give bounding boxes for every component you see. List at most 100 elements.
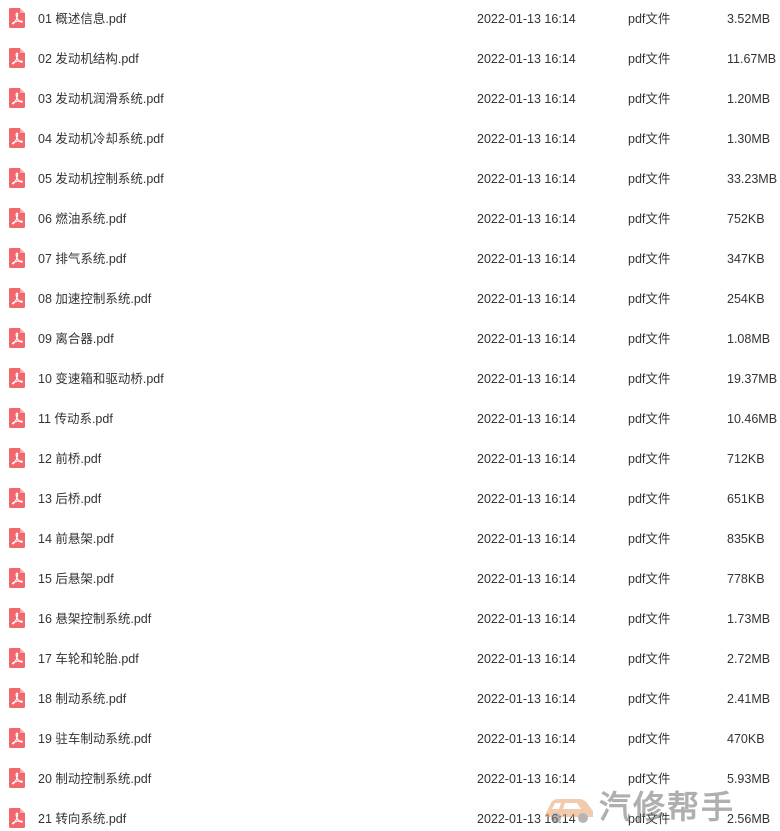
file-type: pdf文件: [628, 12, 671, 26]
file-name: 19 驻车制动系统.pdf: [38, 732, 152, 746]
file-row[interactable]: 13 后桥.pdf 2022-01-13 16:14 pdf文件 651KB: [0, 480, 780, 520]
file-row[interactable]: 09 离合器.pdf 2022-01-13 16:14 pdf文件 1.08MB: [0, 320, 780, 360]
file-row[interactable]: 12 前桥.pdf 2022-01-13 16:14 pdf文件 712KB: [0, 440, 780, 480]
file-date: 2022-01-13 16:14: [477, 692, 576, 706]
file-date: 2022-01-13 16:14: [477, 532, 576, 546]
file-date: 2022-01-13 16:14: [477, 132, 576, 146]
file-row[interactable]: 10 变速箱和驱动桥.pdf 2022-01-13 16:14 pdf文件 19.37…: [0, 360, 780, 400]
file-row[interactable]: 19 驻车制动系统.pdf 2022-01-13 16:14 pdf文件 470KB: [0, 720, 780, 760]
file-date: 2022-01-13 16:14: [477, 612, 576, 626]
file-date: 2022-01-13 16:14: [477, 372, 576, 386]
file-name: 20 制动控制系统.pdf: [38, 772, 152, 786]
file-date: 2022-01-13 16:14: [477, 332, 576, 346]
pdf-file-icon: [9, 448, 25, 468]
file-type: pdf文件: [628, 292, 671, 306]
file-name: 04 发动机冷却系统.pdf: [38, 132, 164, 146]
file-type: pdf文件: [628, 492, 671, 506]
pdf-file-icon: [9, 488, 25, 508]
file-size: 712KB: [727, 452, 765, 466]
file-type: pdf文件: [628, 412, 671, 426]
file-size: 1.30MB: [727, 132, 771, 146]
file-date: 2022-01-13 16:14: [477, 812, 576, 826]
file-type: pdf文件: [628, 132, 671, 146]
file-date: 2022-01-13 16:14: [477, 292, 576, 306]
file-row[interactable]: 16 悬架控制系统.pdf 2022-01-13 16:14 pdf文件 1.73MB: [0, 600, 780, 640]
file-size: 1.73MB: [727, 612, 771, 626]
file-size: 752KB: [727, 212, 765, 226]
file-row[interactable]: 14 前悬架.pdf 2022-01-13 16:14 pdf文件 835KB: [0, 520, 780, 560]
file-row[interactable]: 17 车轮和轮胎.pdf 2022-01-13 16:14 pdf文件 2.72MB: [0, 640, 780, 680]
pdf-file-icon: [9, 128, 25, 148]
file-name: 05 发动机控制系统.pdf: [38, 172, 164, 186]
file-date: 2022-01-13 16:14: [477, 652, 576, 666]
file-name: 03 发动机润滑系统.pdf: [38, 92, 164, 106]
file-size: 1.08MB: [727, 332, 771, 346]
pdf-file-icon: [9, 408, 25, 428]
file-size: 5.93MB: [727, 772, 771, 786]
file-type: pdf文件: [628, 252, 671, 266]
file-name: 12 前桥.pdf: [38, 452, 102, 466]
file-size: 347KB: [727, 252, 765, 266]
file-name: 09 离合器.pdf: [38, 332, 114, 346]
pdf-file-icon: [9, 8, 25, 28]
file-type: pdf文件: [628, 572, 671, 586]
file-type: pdf文件: [628, 452, 671, 466]
pdf-file-icon: [9, 608, 25, 628]
pdf-file-icon: [9, 768, 25, 788]
file-name: 02 发动机结构.pdf: [38, 52, 139, 66]
file-list: 01 概述信息.pdf 2022-01-13 16:14 pdf文件 3.52MB 02…: [0, 0, 780, 831]
file-size: 651KB: [727, 492, 765, 506]
file-type: pdf文件: [628, 332, 671, 346]
file-size: 11.67MB: [727, 52, 777, 66]
file-type: pdf文件: [628, 52, 671, 66]
pdf-file-icon: [9, 808, 25, 828]
pdf-file-icon: [9, 48, 25, 68]
pdf-file-icon: [9, 728, 25, 748]
file-type: pdf文件: [628, 732, 671, 746]
file-name: 21 转向系统.pdf: [38, 812, 127, 826]
file-date: 2022-01-13 16:14: [477, 772, 576, 786]
pdf-file-icon: [9, 568, 25, 588]
file-size: 2.56MB: [727, 812, 771, 826]
file-type: pdf文件: [628, 372, 671, 386]
file-size: 254KB: [727, 292, 765, 306]
file-row[interactable]: 02 发动机结构.pdf 2022-01-13 16:14 pdf文件 11.67MB: [0, 40, 780, 80]
pdf-file-icon: [9, 208, 25, 228]
file-row[interactable]: 18 制动系统.pdf 2022-01-13 16:14 pdf文件 2.41MB: [0, 680, 780, 720]
pdf-file-icon: [9, 88, 25, 108]
file-row[interactable]: 05 发动机控制系统.pdf 2022-01-13 16:14 pdf文件 33.23…: [0, 160, 780, 200]
file-date: 2022-01-13 16:14: [477, 732, 576, 746]
file-row[interactable]: 04 发动机冷却系统.pdf 2022-01-13 16:14 pdf文件 1.30M…: [0, 120, 780, 160]
file-type: pdf文件: [628, 212, 671, 226]
file-row[interactable]: 01 概述信息.pdf 2022-01-13 16:14 pdf文件 3.52MB: [0, 0, 780, 40]
file-date: 2022-01-13 16:14: [477, 172, 576, 186]
file-size: 33.23MB: [727, 172, 778, 186]
file-row[interactable]: 07 排气系统.pdf 2022-01-13 16:14 pdf文件 347KB: [0, 240, 780, 280]
file-size: 2.41MB: [727, 692, 771, 706]
file-type: pdf文件: [628, 772, 671, 786]
file-type: pdf文件: [628, 812, 671, 826]
file-type: pdf文件: [628, 172, 671, 186]
file-row[interactable]: 15 后悬架.pdf 2022-01-13 16:14 pdf文件 778KB: [0, 560, 780, 600]
file-name: 13 后桥.pdf: [38, 492, 102, 506]
file-row[interactable]: 03 发动机润滑系统.pdf 2022-01-13 16:14 pdf文件 1.20M…: [0, 80, 780, 120]
file-row[interactable]: 20 制动控制系统.pdf 2022-01-13 16:14 pdf文件 5.93MB: [0, 760, 780, 800]
file-name: 14 前悬架.pdf: [38, 532, 114, 546]
file-name: 17 车轮和轮胎.pdf: [38, 652, 139, 666]
file-name: 08 加速控制系统.pdf: [38, 292, 152, 306]
file-name: 11 传动系.pdf: [38, 412, 113, 426]
pdf-file-icon: [9, 328, 25, 348]
pdf-file-icon: [9, 688, 25, 708]
file-name: 10 变速箱和驱动桥.pdf: [38, 372, 164, 386]
file-row[interactable]: 08 加速控制系统.pdf 2022-01-13 16:14 pdf文件 254KB: [0, 280, 780, 320]
file-row[interactable]: 11 传动系.pdf 2022-01-13 16:14 pdf文件 10.46MB: [0, 400, 780, 440]
file-row[interactable]: 06 燃油系统.pdf 2022-01-13 16:14 pdf文件 752KB: [0, 200, 780, 240]
pdf-file-icon: [9, 648, 25, 668]
file-name: 06 燃油系统.pdf: [38, 212, 127, 226]
file-date: 2022-01-13 16:14: [477, 252, 576, 266]
file-size: 3.52MB: [727, 12, 771, 26]
file-row[interactable]: 21 转向系统.pdf 2022-01-13 16:14 pdf文件 2.56MB: [0, 800, 780, 831]
file-type: pdf文件: [628, 692, 671, 706]
file-type: pdf文件: [628, 612, 671, 626]
pdf-file-icon: [9, 368, 25, 388]
